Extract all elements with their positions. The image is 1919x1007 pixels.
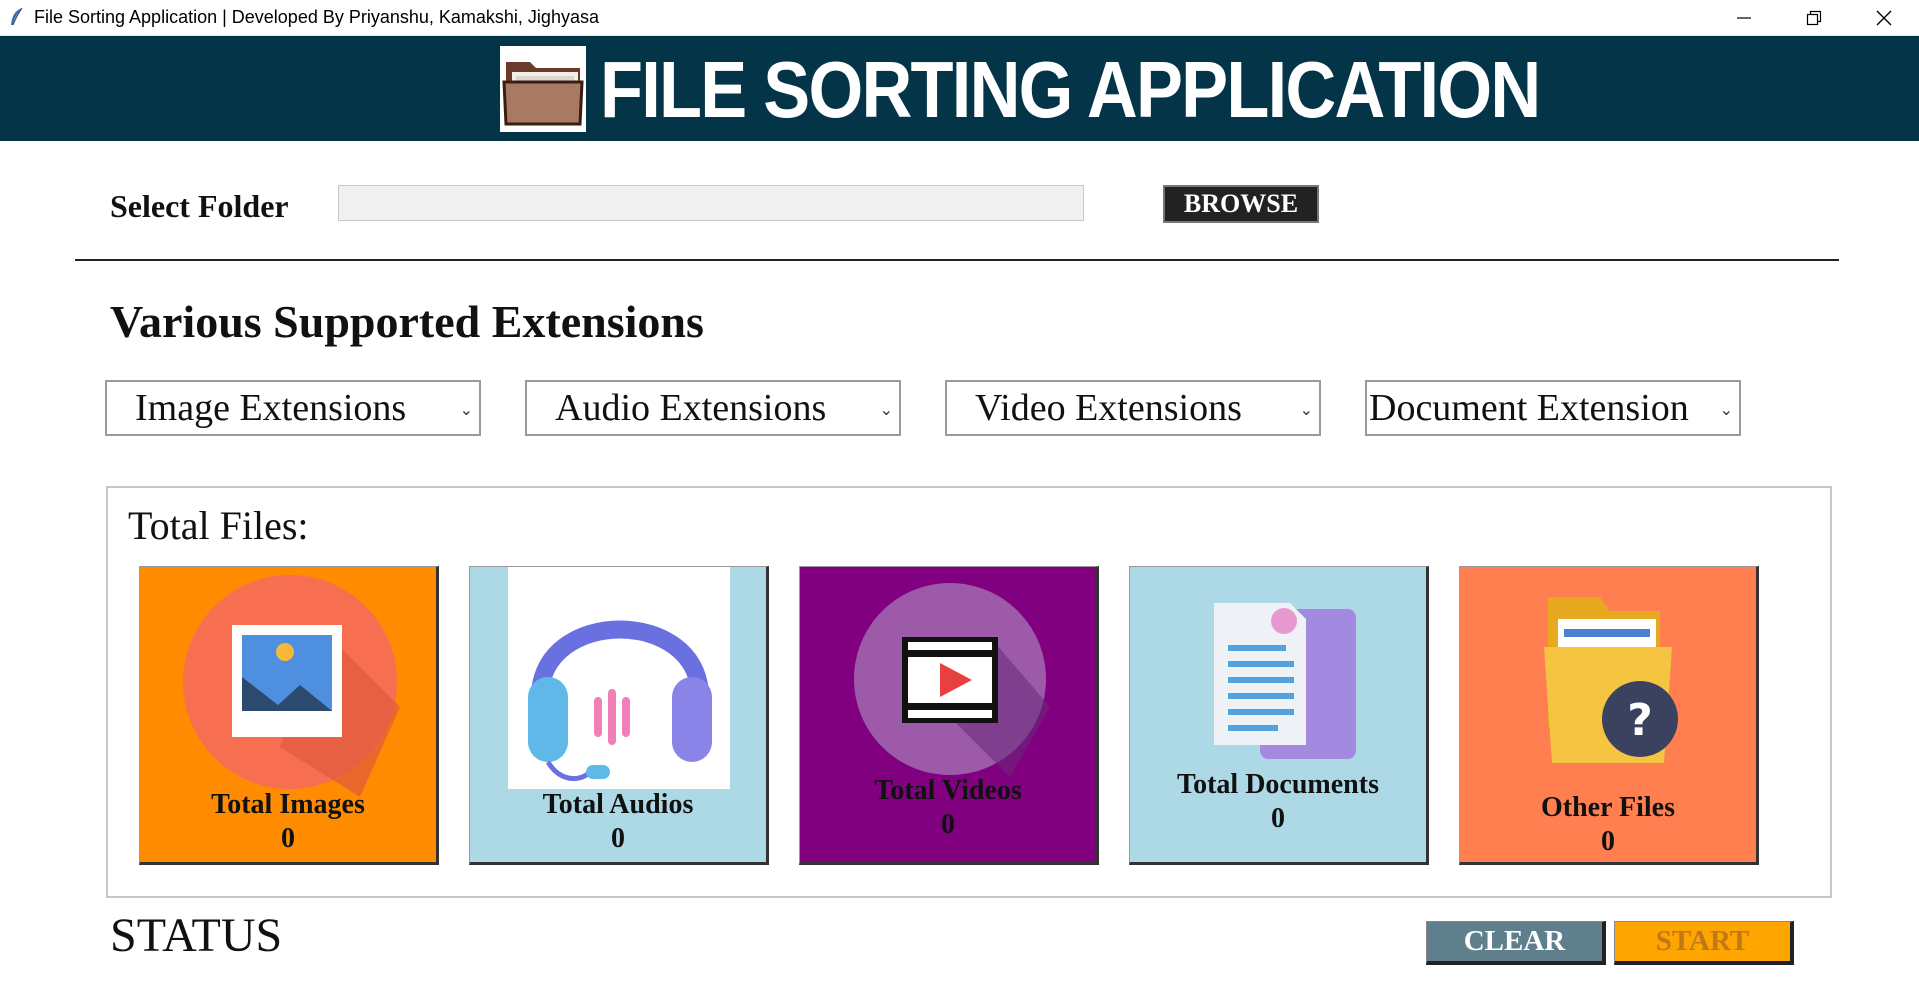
restore-button[interactable]	[1779, 0, 1849, 35]
card-count: 0	[1601, 826, 1615, 857]
dropdown-label: Document Extension	[1369, 387, 1689, 429]
audio-extensions-dropdown[interactable]: Audio Extensions ⌄	[525, 380, 901, 436]
dropdown-label: Video Extensions	[975, 387, 1242, 429]
card-count: 0	[1271, 803, 1285, 834]
card-count: 0	[281, 823, 295, 854]
window-title: File Sorting Application | Developed By …	[34, 7, 599, 27]
folder-path-input[interactable]	[338, 185, 1084, 221]
card-count: 0	[611, 823, 625, 854]
minimize-icon	[1737, 16, 1751, 19]
total-documents-card: Total Documents 0	[1129, 566, 1429, 865]
card-label: Total Videos	[874, 775, 1022, 806]
chevron-down-icon: ⌄	[1719, 400, 1733, 419]
folder-icon	[500, 46, 586, 132]
close-button[interactable]	[1849, 0, 1919, 35]
other-files-card: ? Other Files 0	[1459, 566, 1759, 865]
card-label: Total Images	[211, 789, 365, 820]
browse-button[interactable]: BROWSE	[1163, 185, 1319, 223]
chevron-down-icon: ⌄	[1299, 400, 1313, 419]
window-titlebar: File Sorting Application | Developed By …	[0, 0, 1919, 36]
card-label: Total Documents	[1177, 769, 1379, 800]
total-images-card: Total Images 0	[139, 566, 439, 865]
total-videos-card: Total Videos 0	[799, 566, 1099, 865]
chevron-down-icon: ⌄	[879, 400, 893, 419]
video-extensions-dropdown[interactable]: Video Extensions ⌄	[945, 380, 1321, 436]
clear-button[interactable]: CLEAR	[1426, 921, 1606, 965]
close-icon	[1876, 10, 1892, 25]
total-files-panel: Total Files: Total Images 0 Total Audios…	[106, 486, 1832, 898]
banner-title: FILE SORTING APPLICATION	[600, 45, 1541, 134]
total-audios-card: Total Audios 0	[469, 566, 769, 865]
card-count: 0	[941, 809, 955, 840]
card-label: Other Files	[1540, 792, 1675, 823]
card-label: Total Audios	[542, 789, 694, 820]
document-extension-dropdown[interactable]: Document Extension ⌄	[1365, 380, 1741, 436]
app-banner: FILE SORTING APPLICATION	[0, 36, 1919, 141]
feather-icon	[11, 7, 23, 26]
dropdown-label: Audio Extensions	[555, 387, 827, 429]
select-folder-label: Select Folder	[110, 188, 289, 224]
chevron-down-icon: ⌄	[459, 400, 473, 419]
separator	[75, 259, 1839, 261]
start-button[interactable]: START	[1614, 921, 1794, 965]
dropdown-label: Image Extensions	[135, 387, 407, 429]
extensions-heading: Various Supported Extensions	[110, 296, 704, 347]
minimize-button[interactable]	[1709, 0, 1779, 35]
svg-text:?: ?	[1627, 695, 1653, 746]
restore-icon	[1806, 10, 1822, 25]
total-files-title: Total Files:	[128, 503, 309, 548]
status-label: STATUS	[110, 909, 283, 962]
image-extensions-dropdown[interactable]: Image Extensions ⌄	[105, 380, 481, 436]
